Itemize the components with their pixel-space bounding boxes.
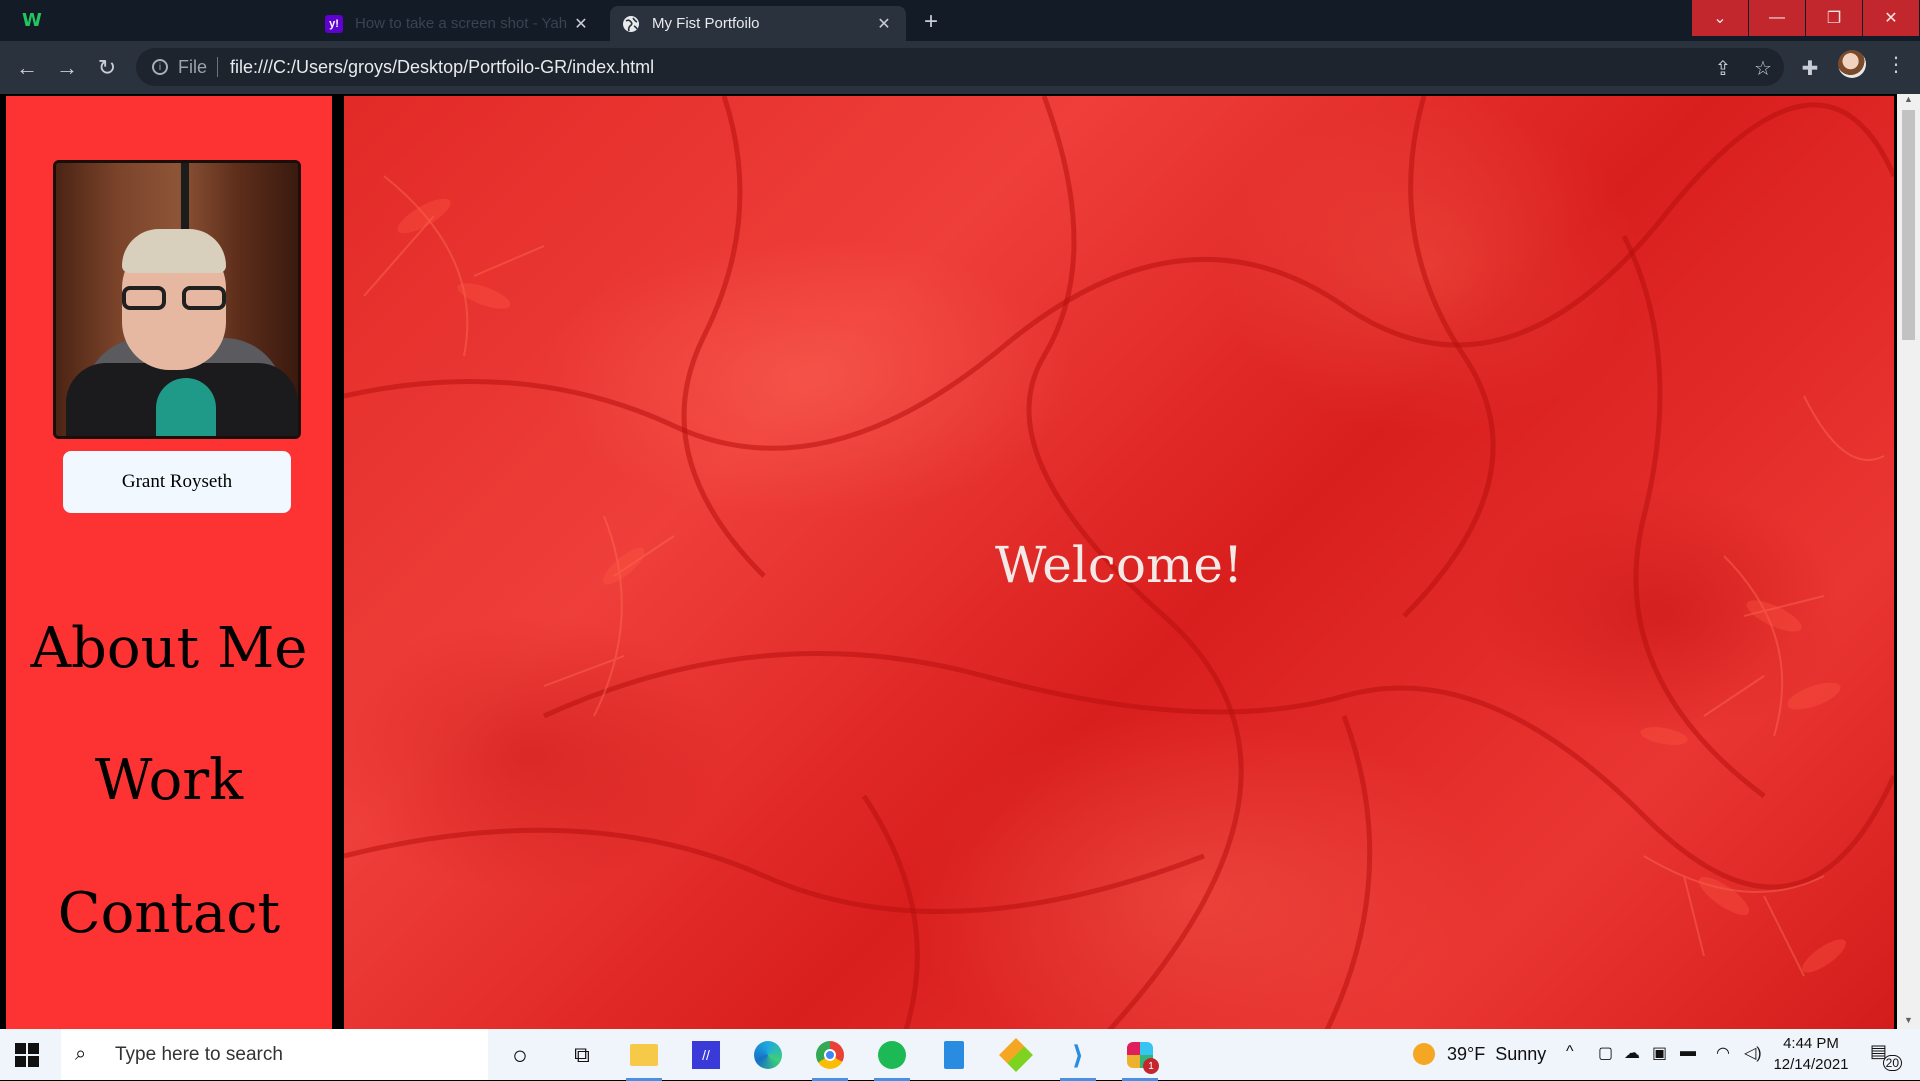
wifi-icon[interactable]: ◠ bbox=[1716, 1043, 1730, 1063]
tab-title: My Fist Portfoilo bbox=[652, 15, 760, 32]
search-placeholder: Type here to search bbox=[115, 1043, 283, 1065]
tab-yahoo[interactable]: y! How to take a screen shot - Yah ✕ bbox=[313, 6, 603, 41]
clock-time: 4:44 PM bbox=[1783, 1035, 1839, 1052]
tab-title: How to take a screen shot - Yah bbox=[355, 15, 568, 32]
forward-button[interactable]: → bbox=[52, 53, 82, 83]
browser-toolbar: ← → ↻ i File file:///C:/Users/groys/Desk… bbox=[0, 41, 1920, 94]
url-scheme: File bbox=[178, 56, 208, 77]
windows-taskbar: ⌕ Type here to search ○ ⧉ // ⟩ 1 39°F Su… bbox=[0, 1029, 1920, 1081]
spotify-icon[interactable] bbox=[872, 1037, 912, 1081]
app-logo-icon[interactable]: W bbox=[22, 10, 48, 32]
windows-start-icon[interactable] bbox=[15, 1043, 39, 1067]
battery-icon[interactable]: ▬ bbox=[1680, 1043, 1696, 1061]
notification-center-icon[interactable]: ▤ 20 bbox=[1870, 1041, 1902, 1071]
notes-app-icon[interactable] bbox=[934, 1037, 974, 1073]
url-text[interactable]: file:///C:/Users/groys/Desktop/Portfoilo… bbox=[230, 57, 654, 78]
display-icon[interactable]: ▣ bbox=[1652, 1043, 1667, 1063]
pen-app-icon[interactable]: // bbox=[686, 1037, 726, 1073]
page-viewport: Grant Royseth About Me Work Contact Welc… bbox=[0, 94, 1920, 1029]
close-window-button[interactable]: ✕ bbox=[1863, 0, 1919, 36]
minimize-button[interactable]: — bbox=[1749, 0, 1805, 36]
slack-badge: 1 bbox=[1143, 1058, 1159, 1074]
chrome-icon[interactable] bbox=[810, 1037, 850, 1081]
git-app-icon[interactable] bbox=[996, 1037, 1036, 1073]
site-info-icon[interactable]: i bbox=[152, 59, 168, 75]
hero-background: Welcome! bbox=[344, 96, 1894, 1029]
yahoo-icon: y! bbox=[325, 14, 343, 33]
divider bbox=[217, 57, 219, 77]
clock-date: 12/14/2021 bbox=[1773, 1056, 1849, 1073]
sidebar: Grant Royseth About Me Work Contact bbox=[6, 96, 332, 1029]
meet-now-icon[interactable]: ▢ bbox=[1598, 1043, 1613, 1063]
volume-icon[interactable]: ◁) bbox=[1744, 1043, 1762, 1063]
taskbar-search-box[interactable]: ⌕ Type here to search bbox=[61, 1029, 488, 1080]
edge-icon[interactable] bbox=[748, 1037, 788, 1073]
reload-button[interactable]: ↻ bbox=[92, 53, 122, 83]
bookmark-star-icon[interactable]: ☆ bbox=[1750, 55, 1776, 81]
scroll-thumb[interactable] bbox=[1902, 110, 1915, 340]
scroll-down-arrow-icon[interactable]: ▼ bbox=[1897, 1015, 1920, 1029]
scroll-up-arrow-icon[interactable]: ▲ bbox=[1897, 94, 1920, 108]
vscode-icon[interactable]: ⟩ bbox=[1058, 1037, 1098, 1081]
nav-about-me[interactable]: About Me bbox=[6, 616, 332, 681]
name-card: Grant Royseth bbox=[63, 451, 291, 513]
globe-icon bbox=[622, 15, 640, 33]
slack-icon[interactable]: 1 bbox=[1120, 1037, 1160, 1081]
tab-search-button[interactable]: ⌄ bbox=[1692, 0, 1748, 36]
new-tab-button[interactable]: + bbox=[924, 8, 938, 36]
profile-photo bbox=[53, 160, 301, 439]
tab-portfolio[interactable]: My Fist Portfoilo ✕ bbox=[610, 6, 906, 41]
nav-work[interactable]: Work bbox=[6, 748, 332, 813]
weather-condition: Sunny bbox=[1495, 1043, 1547, 1064]
share-icon[interactable]: ⇪ bbox=[1710, 55, 1736, 81]
address-bar[interactable]: i File file:///C:/Users/groys/Desktop/Po… bbox=[136, 48, 1784, 86]
page-scrollbar[interactable]: ▲ ▼ bbox=[1897, 94, 1920, 1029]
sun-icon bbox=[1413, 1043, 1435, 1065]
cortana-icon[interactable]: ○ bbox=[500, 1037, 540, 1073]
back-button[interactable]: ← bbox=[12, 53, 42, 83]
nav-contact[interactable]: Contact bbox=[6, 881, 332, 946]
onedrive-cloud-icon[interactable]: ☁ bbox=[1624, 1043, 1640, 1063]
extensions-icon[interactable]: ✚ bbox=[1797, 55, 1823, 81]
profile-avatar[interactable] bbox=[1838, 50, 1866, 78]
weather-temp: 39°F bbox=[1447, 1043, 1486, 1064]
restore-button[interactable]: ❐ bbox=[1806, 0, 1862, 36]
chevron-up-icon[interactable]: ^ bbox=[1566, 1043, 1574, 1061]
task-view-icon[interactable]: ⧉ bbox=[562, 1037, 602, 1073]
menu-kebab-icon[interactable]: ⋮ bbox=[1886, 52, 1906, 77]
welcome-heading: Welcome! bbox=[994, 536, 1244, 594]
close-tab-icon[interactable]: ✕ bbox=[874, 14, 894, 34]
close-tab-icon[interactable]: ✕ bbox=[571, 14, 591, 34]
weather-widget[interactable]: 39°F Sunny bbox=[1413, 1043, 1546, 1065]
browser-tab-bar: W y! How to take a screen shot - Yah ✕ M… bbox=[0, 0, 1920, 41]
search-icon: ⌕ bbox=[75, 1043, 87, 1065]
file-explorer-icon[interactable] bbox=[624, 1037, 664, 1081]
taskbar-clock[interactable]: 4:44 PM 12/14/2021 bbox=[1773, 1033, 1849, 1075]
notification-count: 20 bbox=[1882, 1055, 1902, 1071]
